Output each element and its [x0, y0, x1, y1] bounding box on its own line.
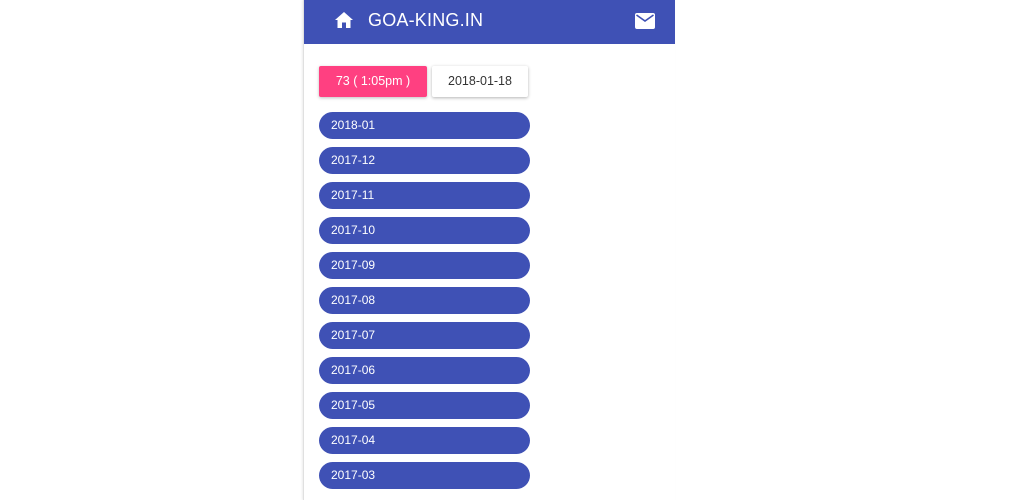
month-item[interactable]: 2017-09: [319, 252, 530, 279]
date-chip[interactable]: 2018-01-18: [432, 66, 528, 97]
month-item[interactable]: 2017-08: [319, 287, 530, 314]
site-title[interactable]: GOA-KING.IN: [368, 10, 483, 31]
month-item[interactable]: 2017-10: [319, 217, 530, 244]
month-list: 2018-01 2017-12 2017-11 2017-10 2017-09 …: [319, 112, 530, 497]
month-item[interactable]: 2017-05: [319, 392, 530, 419]
content-panel: GOA-KING.IN 73 ( 1:05pm ) 2018-01-18 201…: [303, 0, 675, 500]
mail-icon[interactable]: [635, 13, 655, 29]
month-item[interactable]: 2017-03: [319, 462, 530, 489]
page: GOA-KING.IN 73 ( 1:05pm ) 2018-01-18 201…: [0, 0, 1024, 500]
month-item[interactable]: 2017-11: [319, 182, 530, 209]
month-item[interactable]: 2017-12: [319, 147, 530, 174]
month-item[interactable]: 2017-06: [319, 357, 530, 384]
month-item[interactable]: 2017-04: [319, 427, 530, 454]
month-item[interactable]: 2018-01: [319, 112, 530, 139]
home-icon[interactable]: [334, 11, 354, 29]
month-item[interactable]: 2017-07: [319, 322, 530, 349]
top-app-bar: GOA-KING.IN: [304, 0, 675, 44]
result-chip[interactable]: 73 ( 1:05pm ): [319, 66, 427, 97]
